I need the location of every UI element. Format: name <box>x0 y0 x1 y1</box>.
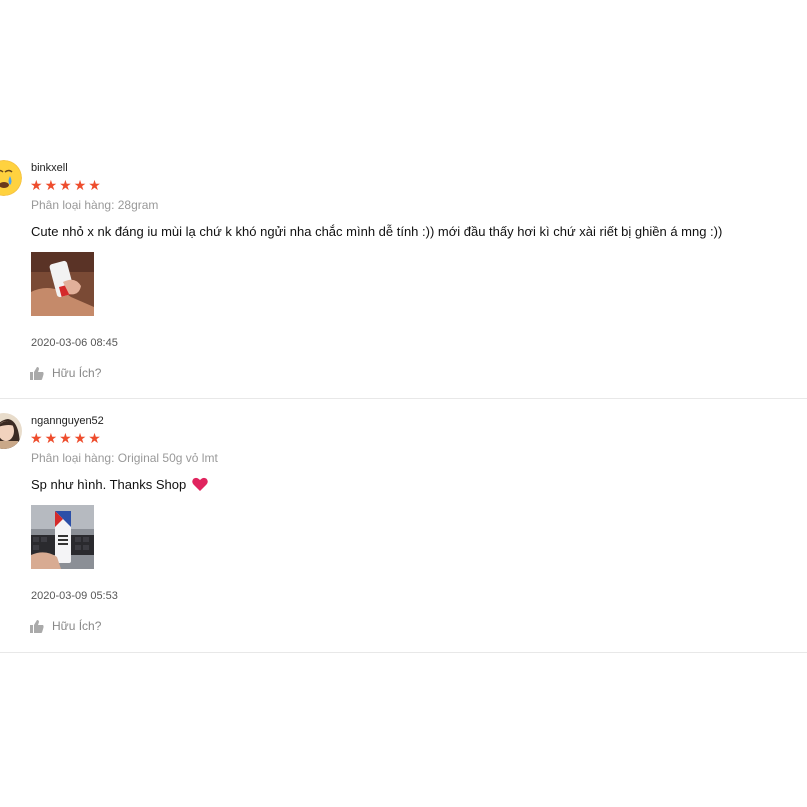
star-icon: ★ <box>73 177 87 193</box>
star-icon: ★ <box>59 430 72 446</box>
product-photo <box>31 505 94 569</box>
helpful-label: Hữu Ích? <box>52 619 102 633</box>
thumbs-up-icon <box>30 366 44 380</box>
user-photo-avatar <box>0 413 22 449</box>
product-photo <box>31 252 94 316</box>
review-photo[interactable] <box>31 505 94 569</box>
product-variant: Phân loại hàng: 28gram <box>31 198 159 212</box>
star-icon: ★ <box>30 177 43 193</box>
star-icon: ★ <box>59 177 72 193</box>
review-photo[interactable] <box>31 252 94 316</box>
review-comment-container: Sp như hình. Thanks Shop <box>31 477 208 492</box>
helpful-button[interactable]: Hữu Ích? <box>30 619 101 633</box>
rating-stars: ★ ★ ★ ★ ★ <box>30 431 101 445</box>
star-icon: ★ <box>44 177 58 193</box>
helpful-button[interactable]: Hữu Ích? <box>30 366 101 380</box>
review-username[interactable]: binkxell <box>31 162 68 174</box>
product-variant: Phân loại hàng: Original 50g vỏ lmt <box>31 451 218 465</box>
heart-icon <box>192 477 208 491</box>
avatar[interactable] <box>0 413 22 449</box>
review-item: ngannguyen52 ★ ★ ★ ★ ★ Phân loại hàng: O… <box>0 411 807 653</box>
star-icon: ★ <box>88 430 101 446</box>
review-comment: Cute nhỏ x nk đáng iu mùi lạ chứ k khó n… <box>31 224 723 239</box>
crying-emoji-icon <box>0 160 22 196</box>
review-username[interactable]: ngannguyen52 <box>31 415 104 427</box>
star-icon: ★ <box>30 430 43 446</box>
review-timestamp: 2020-03-06 08:45 <box>31 337 118 349</box>
avatar[interactable] <box>0 160 22 196</box>
review-item: binkxell ★ ★ ★ ★ ★ Phân loại hàng: 28gra… <box>0 158 807 399</box>
star-icon: ★ <box>88 177 101 193</box>
helpful-label: Hữu Ích? <box>52 366 102 380</box>
rating-stars: ★ ★ ★ ★ ★ <box>30 178 101 192</box>
review-timestamp: 2020-03-09 05:53 <box>31 590 118 602</box>
reviews-page: binkxell ★ ★ ★ ★ ★ Phân loại hàng: 28gra… <box>0 0 807 807</box>
thumbs-up-icon <box>30 619 44 633</box>
star-icon: ★ <box>44 430 58 446</box>
review-comment: Sp như hình. Thanks Shop <box>31 477 187 492</box>
star-icon: ★ <box>73 430 87 446</box>
